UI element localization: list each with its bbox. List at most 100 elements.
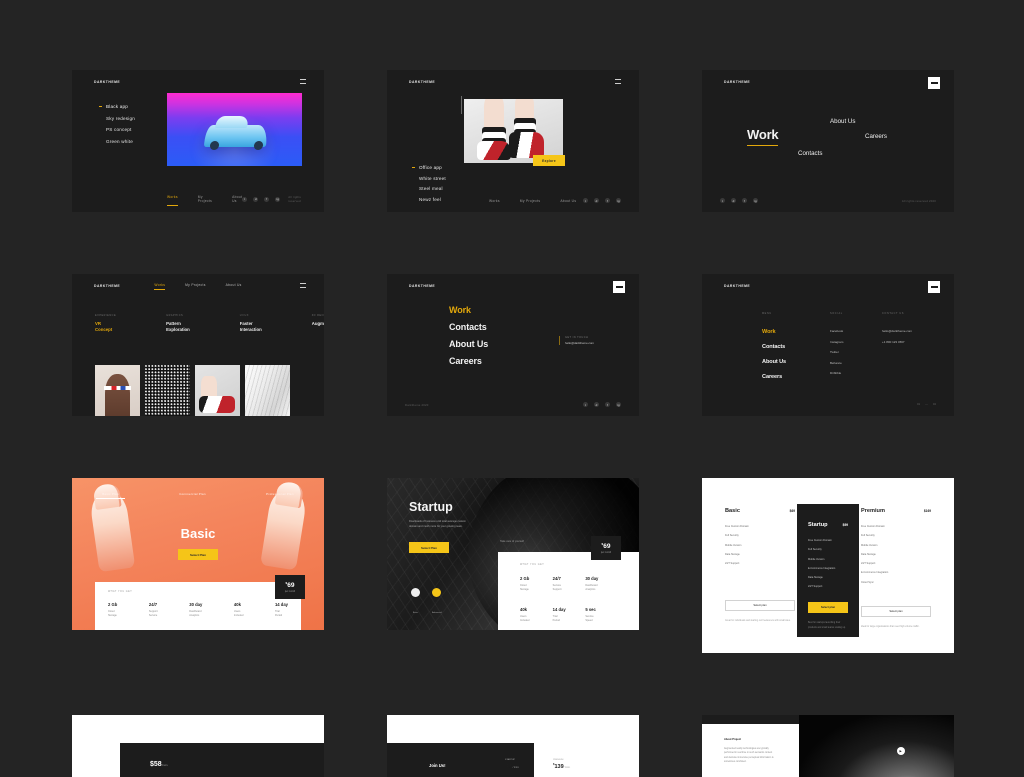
menu-icon[interactable] <box>928 77 940 89</box>
dribbble-icon[interactable]: d <box>731 198 736 203</box>
footer-link[interactable]: Works <box>167 195 178 206</box>
topnav-item[interactable]: Works <box>154 283 165 290</box>
social-links[interactable]: t d f ig <box>242 196 281 202</box>
menu-item-contacts[interactable]: Contacts <box>449 322 488 332</box>
menu-item-careers[interactable]: Careers <box>762 374 786 380</box>
twitter-icon[interactable]: t <box>242 196 248 202</box>
menu-item-work[interactable]: Work <box>449 305 488 315</box>
project-column[interactable]: EXPERIENCE VR Concept <box>95 314 116 333</box>
project-thumbnails[interactable] <box>95 365 290 416</box>
thumbnail-pattern[interactable] <box>145 365 190 416</box>
card-about-project[interactable]: ▶ About Project Augmented reality techno… <box>702 715 954 777</box>
footer-menu[interactable]: Works My Projects About Us <box>489 199 576 203</box>
project-column[interactable]: GRAPHICS Pattern Exploration <box>166 314 190 333</box>
project-nav[interactable]: Black app Sky redesign PS concept Green … <box>99 104 135 144</box>
instagram-icon[interactable]: ig <box>753 198 758 203</box>
contact-phone[interactable]: +1 800 123 4567 <box>882 340 912 344</box>
dribbble-icon[interactable]: d <box>594 402 599 407</box>
nav-item[interactable]: Green white <box>106 139 135 144</box>
social-link[interactable]: Dribbble <box>830 371 843 375</box>
card-startup-plan[interactable]: Startup Downloads of business until tota… <box>387 478 639 630</box>
card-pricing-table[interactable]: Basic $69 Free Custom Domain Full Securi… <box>702 478 954 653</box>
select-plan-button[interactable]: Select Plan <box>178 549 218 560</box>
nav-link-contacts[interactable]: Contacts <box>798 150 822 157</box>
nav-item[interactable]: Black app <box>99 104 135 109</box>
plan-tab[interactable]: Professional Plan <box>266 492 294 499</box>
card-car-hero[interactable]: DARKTHEME Black app Sky redesign PS conc… <box>72 70 324 212</box>
contact-email[interactable]: hello@darktheme.com <box>882 329 912 333</box>
card-price-band[interactable]: $58/mon. <box>72 715 324 777</box>
footer-link[interactable]: About Us <box>560 199 576 203</box>
project-title[interactable]: VR Concept <box>95 321 116 333</box>
instagram-icon[interactable]: ig <box>275 196 281 202</box>
twitter-icon[interactable]: t <box>720 198 725 203</box>
social-links[interactable]: t d f ig <box>583 402 621 407</box>
twitter-icon[interactable]: t <box>583 198 588 203</box>
menu-stack[interactable]: Work Contacts About Us Careers <box>449 305 488 366</box>
card-sneaker-hero[interactable]: DARKTHEME Explore Office app White stree… <box>387 70 639 212</box>
menu-item-work[interactable]: Work <box>762 329 786 335</box>
menu-stack[interactable]: Work Contacts About Us Careers <box>762 329 786 380</box>
plan-tab[interactable]: Basic Plan <box>96 492 125 499</box>
facebook-icon[interactable]: f <box>742 198 747 203</box>
select-plan-button[interactable]: Select plan <box>808 602 848 614</box>
contact-email[interactable]: hello@darktheme.com <box>565 341 594 345</box>
nav-link-about[interactable]: About Us <box>830 118 855 125</box>
footer-link[interactable]: My Projects <box>520 199 541 203</box>
project-title[interactable]: Faster Interaction <box>240 321 262 333</box>
card-work-scatter-nav[interactable]: DARKTHEME Work About Us Careers Contacts… <box>702 70 954 212</box>
instagram-icon[interactable]: ig <box>616 198 621 203</box>
menu-item-about[interactable]: About Us <box>762 359 786 365</box>
card-basic-plan[interactable]: Basic Plan Commercial Plan Professional … <box>72 478 324 630</box>
facebook-icon[interactable]: f <box>264 196 270 202</box>
project-nav[interactable]: Office app White street Steel meal Newz … <box>412 165 446 202</box>
select-plan-button[interactable]: Select Plan <box>409 542 449 553</box>
menu-item-about[interactable]: About Us <box>449 339 488 349</box>
thumbnail-sneakers[interactable] <box>195 365 240 416</box>
topnav-item[interactable]: My Projects <box>185 283 206 287</box>
plan-tab[interactable]: Commercial Plan <box>179 492 206 499</box>
select-plan-button[interactable]: Select plan <box>725 600 795 612</box>
dribbble-icon[interactable]: d <box>594 198 599 203</box>
project-title[interactable]: Augmented <box>312 321 324 327</box>
menu-item-careers[interactable]: Careers <box>449 356 488 366</box>
topnav-item[interactable]: About Us <box>226 283 242 287</box>
social-link[interactable]: Facebook <box>830 329 843 333</box>
nav-item[interactable]: Steel meal <box>419 186 446 191</box>
plan-tabs[interactable]: Basic Plan Commercial Plan Professional … <box>72 492 324 499</box>
twitter-icon[interactable]: t <box>583 402 588 407</box>
menu-item-contacts[interactable]: Contacts <box>762 344 786 350</box>
pager[interactable]: 01 — 04 <box>917 402 936 406</box>
social-link[interactable]: Behance <box>830 361 843 365</box>
card-work-grid[interactable]: DARKTHEME Works My Projects About Us EXP… <box>72 274 324 416</box>
facebook-icon[interactable]: f <box>605 402 610 407</box>
social-link[interactable]: Twitter <box>830 350 843 354</box>
thumbnail-portrait[interactable] <box>95 365 140 416</box>
menu-icon[interactable] <box>615 79 621 84</box>
thumbnail-texture[interactable] <box>245 365 290 416</box>
project-column[interactable]: 3D RENDER Augmented <box>312 314 324 333</box>
facebook-icon[interactable]: f <box>605 198 610 203</box>
footer-link[interactable]: Works <box>489 199 500 203</box>
top-nav[interactable]: Works My Projects About Us <box>72 283 324 290</box>
card-join-us[interactable]: Join Us! STARTUP $69/ mon. PREMIUM $139/… <box>387 715 639 777</box>
social-links[interactable]: t d f ig <box>583 198 621 203</box>
nav-link-work[interactable]: Work <box>747 127 779 147</box>
close-icon[interactable] <box>613 281 625 293</box>
nav-item[interactable]: White street <box>419 176 446 181</box>
nav-item[interactable]: Sky redesign <box>106 116 135 121</box>
footer-menu[interactable]: Works My Projects About Us <box>167 195 242 206</box>
dribbble-icon[interactable]: d <box>253 196 259 202</box>
nav-link-careers[interactable]: Careers <box>865 133 887 140</box>
project-title[interactable]: Pattern Exploration <box>166 321 190 333</box>
instagram-icon[interactable]: ig <box>616 402 621 407</box>
project-column[interactable]: UI/UX Faster Interaction <box>240 314 262 333</box>
card-sitemap[interactable]: DARKTHEME MENU Work Contacts About Us Ca… <box>702 274 954 416</box>
toggle-basic[interactable]: Basic <box>411 588 420 618</box>
close-icon[interactable] <box>928 281 940 293</box>
select-plan-button[interactable]: Select plan <box>861 605 931 617</box>
nav-item[interactable]: Office app <box>412 165 446 170</box>
footer-link[interactable]: About Us <box>232 195 242 203</box>
footer-link[interactable]: My Projects <box>198 195 212 203</box>
plan-toggles[interactable]: Basic Advanced <box>411 588 442 618</box>
